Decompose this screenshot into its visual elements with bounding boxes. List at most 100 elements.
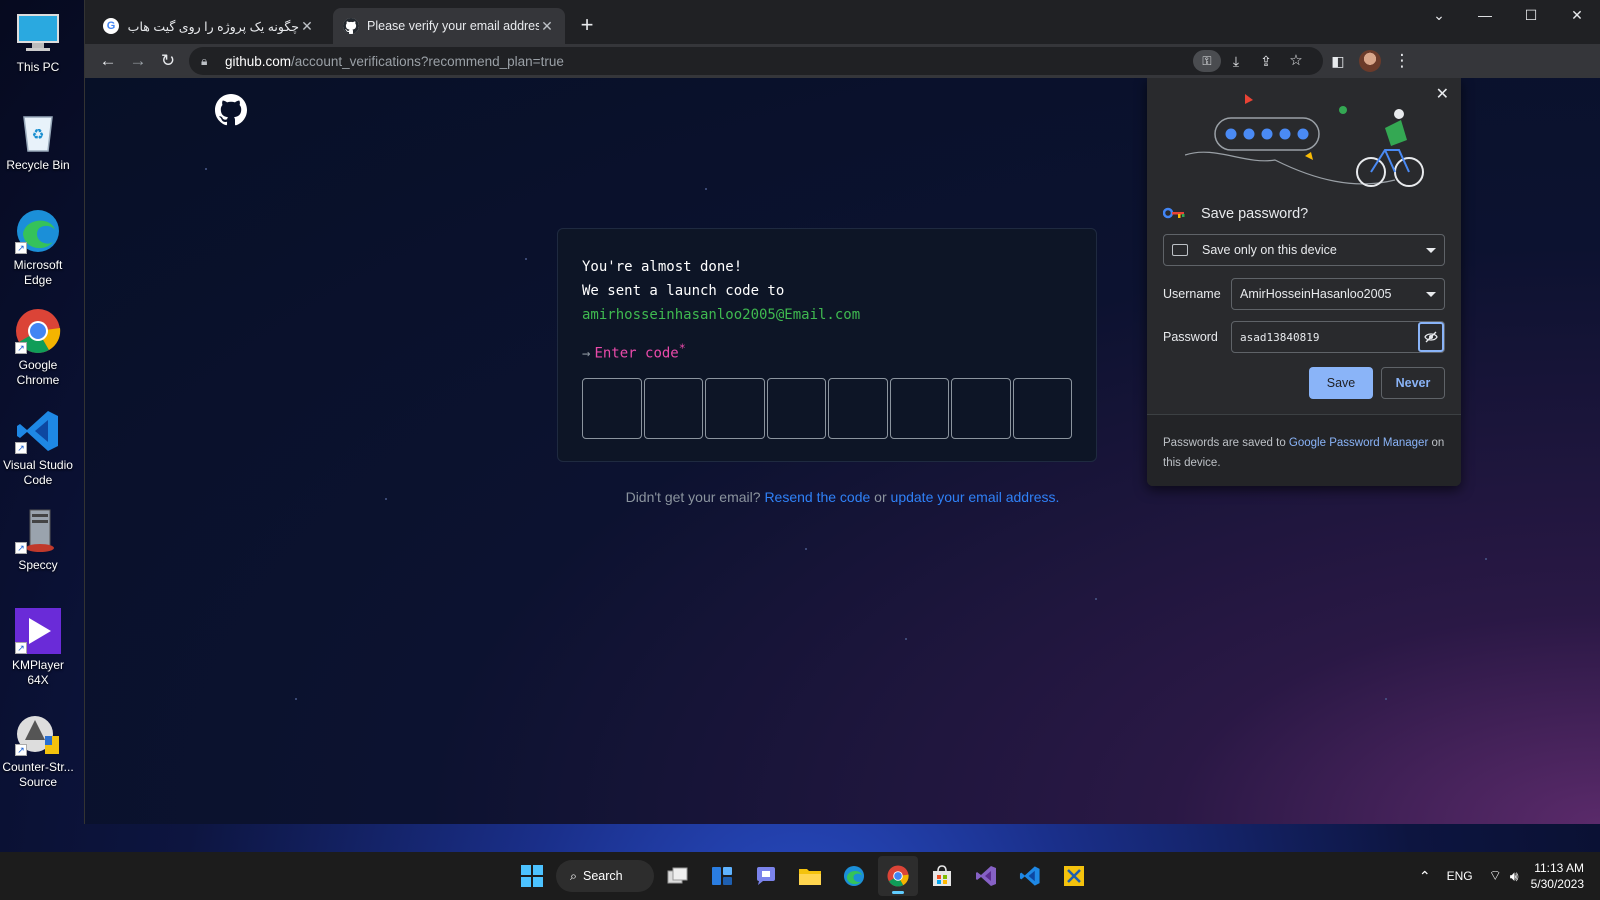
minimize-icon[interactable]: — bbox=[1462, 0, 1508, 32]
taskbar-search[interactable]: ⌕ Search bbox=[556, 860, 654, 892]
arrow-right-icon: → bbox=[582, 345, 591, 362]
monitor-icon bbox=[15, 10, 61, 56]
password-row: Password asad13840819 bbox=[1163, 321, 1445, 353]
edge-icon[interactable] bbox=[834, 856, 874, 896]
tab-google-search[interactable]: G چگونه یک پروژه را روی گیت هاب بگ ✕ bbox=[93, 8, 325, 44]
github-icon bbox=[343, 18, 359, 34]
username-value: AmirHosseinHasanloo2005 bbox=[1240, 287, 1392, 301]
widgets-icon[interactable] bbox=[702, 856, 742, 896]
sent-code-text: We sent a launch code to bbox=[582, 283, 785, 299]
desktop-icons: This PC ♻ Recycle Bin ↗ Microsoft Edge ↗… bbox=[0, 0, 84, 852]
url-host: github.com bbox=[225, 53, 292, 69]
popup-footer: Passwords are saved to Google Password M… bbox=[1147, 414, 1461, 486]
desktop-icon-kmplayer[interactable]: ↗ KMPlayer 64X bbox=[0, 608, 76, 688]
save-location-value: Save only on this device bbox=[1202, 243, 1337, 257]
maximize-icon[interactable]: ☐ bbox=[1508, 0, 1554, 32]
language-indicator[interactable]: ENG bbox=[1447, 869, 1473, 883]
required-marker: * bbox=[678, 341, 686, 355]
clock-date: 5/30/2023 bbox=[1530, 877, 1584, 891]
code-digit-input[interactable] bbox=[705, 377, 765, 439]
never-button[interactable]: Never bbox=[1381, 367, 1445, 399]
desktop-icon-vscode[interactable]: ↗ Visual Studio Code bbox=[0, 408, 76, 488]
chevron-up-icon[interactable]: ⌃ bbox=[1419, 868, 1431, 885]
desktop-icon-chrome[interactable]: ↗ Google Chrome bbox=[0, 308, 76, 388]
install-app-icon[interactable]: ⤓ bbox=[1221, 46, 1251, 76]
code-digit-input[interactable] bbox=[1012, 377, 1072, 439]
share-icon[interactable]: ⇪ bbox=[1251, 46, 1281, 76]
back-icon[interactable]: ← bbox=[93, 46, 123, 76]
shortcut-arrow-icon: ↗ bbox=[15, 342, 27, 354]
file-explorer-icon[interactable] bbox=[790, 856, 830, 896]
speccy-icon: ↗ bbox=[15, 508, 61, 554]
close-icon[interactable]: ✕ bbox=[1436, 84, 1449, 104]
code-digit-input[interactable] bbox=[643, 377, 703, 439]
desktop-icon-recycle-bin[interactable]: ♻ Recycle Bin bbox=[0, 108, 76, 173]
tab-search-icon[interactable]: ⌄ bbox=[1416, 0, 1462, 32]
desktop-icon-label: Recycle Bin bbox=[6, 158, 70, 172]
chrome-icon[interactable] bbox=[878, 856, 918, 896]
password-manager-link[interactable]: Google Password Manager bbox=[1289, 437, 1428, 449]
resend-code-link[interactable]: Resend the code bbox=[764, 489, 870, 505]
password-key-icon[interactable]: ⚿ bbox=[1193, 50, 1221, 72]
tab-close-icon[interactable]: ✕ bbox=[539, 18, 555, 35]
save-location-select[interactable]: Save only on this device bbox=[1163, 234, 1445, 266]
email-address: amirhosseinhasanloo2005@Email.com bbox=[582, 307, 861, 323]
desktop-icon-counter-strike[interactable]: ↗ Counter-Str... Source bbox=[0, 710, 76, 790]
vscode-icon: ↗ bbox=[15, 408, 61, 454]
clock[interactable]: 11:13 AM 5/30/2023 bbox=[1519, 860, 1600, 892]
desktop-icon-label: This PC bbox=[16, 60, 60, 74]
task-view-icon[interactable] bbox=[658, 856, 698, 896]
desktop-icon-label: Microsoft Edge bbox=[13, 258, 63, 287]
hide-password-eye-icon[interactable] bbox=[1418, 322, 1444, 352]
code-digit-input[interactable] bbox=[828, 377, 888, 439]
tab-close-icon[interactable]: ✕ bbox=[299, 18, 315, 35]
recycle-bin-icon: ♻ bbox=[15, 108, 61, 154]
save-password-title: Save password? bbox=[1162, 206, 1308, 222]
new-tab-button[interactable]: + bbox=[573, 12, 601, 40]
close-window-icon[interactable]: ✕ bbox=[1554, 0, 1600, 32]
github-logo-icon[interactable] bbox=[215, 94, 248, 126]
menu-kebab-icon[interactable]: ⋮ bbox=[1387, 46, 1417, 76]
wifi-icon[interactable]: ⌔ bbox=[1489, 867, 1502, 885]
shortcut-arrow-icon: ↗ bbox=[15, 442, 27, 454]
update-email-link[interactable]: update your email address. bbox=[891, 489, 1060, 505]
desktop-icon-edge[interactable]: ↗ Microsoft Edge bbox=[0, 208, 76, 288]
enter-code-label: Enter code bbox=[594, 345, 679, 362]
address-bar[interactable]: 🔒︎ github.com /account_verifications?rec… bbox=[189, 47, 1323, 75]
microsoft-store-icon[interactable] bbox=[922, 856, 962, 896]
forward-icon[interactable]: → bbox=[123, 46, 153, 76]
vscode-icon[interactable] bbox=[1010, 856, 1050, 896]
code-digit-input[interactable] bbox=[951, 377, 1011, 439]
profile-avatar[interactable] bbox=[1359, 50, 1381, 72]
kmplayer-icon: ↗ bbox=[15, 608, 61, 654]
browser-toolbar: ← → ↻ 🔒︎ github.com /account_verificatio… bbox=[85, 44, 1600, 78]
code-digit-input[interactable] bbox=[766, 377, 826, 439]
password-illustration bbox=[1185, 94, 1424, 187]
code-digit-input[interactable] bbox=[889, 377, 949, 439]
password-key-icon bbox=[1162, 206, 1185, 222]
volume-icon[interactable]: 🔊︎ bbox=[1510, 868, 1519, 885]
password-field[interactable]: asad13840819 bbox=[1231, 321, 1445, 353]
password-value: asad13840819 bbox=[1240, 330, 1320, 344]
popup-buttons: Save Never bbox=[1309, 367, 1445, 399]
teams-chat-icon[interactable] bbox=[746, 856, 786, 896]
snipping-tool-icon[interactable] bbox=[1054, 856, 1094, 896]
taskbar: ⌕ Search ⌃ ENG ⌔ 🔊︎ 11:13 AM 5/30/2023 bbox=[0, 852, 1600, 900]
window-controls: ⌄ — ☐ ✕ bbox=[1416, 0, 1600, 32]
save-button[interactable]: Save bbox=[1309, 367, 1373, 399]
reload-icon[interactable]: ↻ bbox=[153, 46, 183, 76]
svg-text:♻: ♻ bbox=[32, 126, 45, 142]
side-panel-icon[interactable]: ◧ bbox=[1323, 46, 1353, 76]
password-label: Password bbox=[1163, 330, 1218, 344]
username-field[interactable]: AmirHosseinHasanloo2005 bbox=[1231, 278, 1445, 310]
search-icon: ⌕ bbox=[570, 868, 578, 883]
code-digit-input[interactable] bbox=[582, 377, 642, 439]
bookmark-star-icon[interactable]: ☆ bbox=[1281, 46, 1311, 76]
tab-github-verify[interactable]: Please verify your email address ✕ bbox=[333, 8, 565, 44]
desktop-icon-speccy[interactable]: ↗ Speccy bbox=[0, 508, 76, 573]
start-windows-icon[interactable] bbox=[512, 856, 552, 896]
visual-studio-icon[interactable] bbox=[966, 856, 1006, 896]
desktop-icon-this-pc[interactable]: This PC bbox=[0, 10, 76, 75]
chevron-down-icon[interactable] bbox=[1426, 291, 1436, 297]
code-inputs bbox=[582, 377, 1072, 439]
